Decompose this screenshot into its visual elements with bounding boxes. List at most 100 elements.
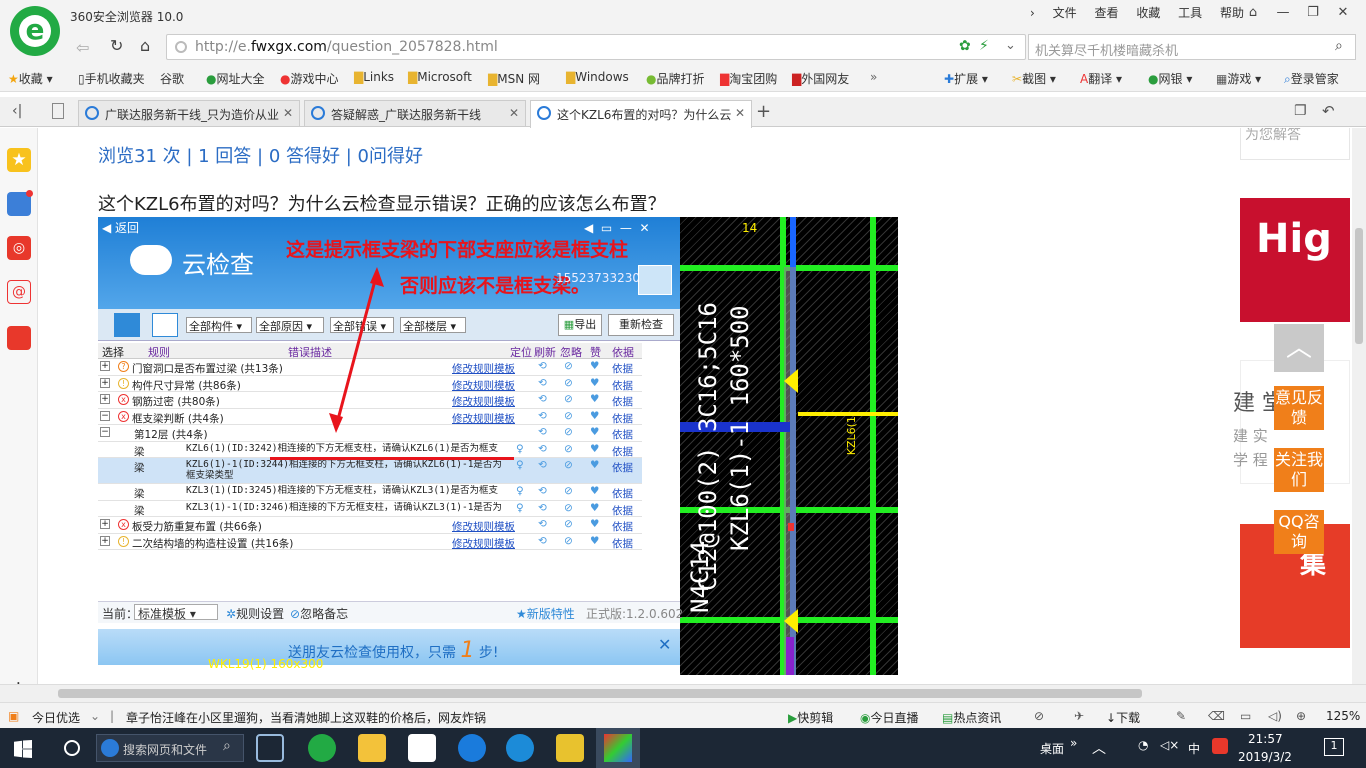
basis-link[interactable]: 依据 (612, 519, 633, 533)
locate-icon[interactable]: ♀ (516, 443, 524, 455)
ignore-icon[interactable]: ⊘ (564, 377, 573, 389)
fav-games[interactable]: ●游戏中心 (280, 70, 339, 87)
edit-rule-template-link[interactable]: 修改规则模板 (452, 378, 515, 392)
window-controls[interactable]: ◀ ▭ — ✕ (584, 221, 650, 235)
refresh-icon[interactable]: ⟲ (538, 518, 547, 530)
refresh-icon[interactable]: ⟲ (538, 443, 547, 455)
ignore-icon[interactable]: ⊘ (564, 443, 573, 455)
start-button-icon[interactable] (14, 740, 32, 758)
vertical-scrollbar[interactable] (1352, 128, 1366, 684)
error-row[interactable]: 梁 KZL6(1)(ID:3242)相连接的下方无框支柱，请确认KZL6(1)是否… (98, 442, 642, 458)
menu-tools[interactable]: 工具 (1178, 6, 1202, 20)
hot-news[interactable]: ▤热点资讯 (942, 709, 1001, 726)
fav-microsoft[interactable]: ▇Microsoft (408, 70, 472, 84)
back-arrow-icon[interactable]: ⇦ (76, 38, 89, 57)
mail-icon[interactable]: @ (7, 280, 31, 304)
pin-icon[interactable]: ⌂ (1238, 2, 1268, 24)
expand-toggle-icon[interactable]: + (100, 361, 110, 371)
basis-link[interactable]: 依据 (612, 394, 633, 408)
refresh-icon[interactable]: ⟲ (538, 502, 547, 514)
view-tree-icon[interactable] (152, 313, 178, 337)
fav-taobao[interactable]: ▇淘宝团购 (720, 70, 777, 87)
fav-foreign[interactable]: ▇外国网友 (792, 70, 849, 87)
edit-rule-template-link[interactable]: 修改规则模板 (452, 394, 515, 408)
tab-close-icon[interactable]: ✕ (509, 106, 519, 120)
menu-file[interactable]: 文件 (1053, 6, 1077, 20)
ignore-icon[interactable]: ⊘ (564, 410, 573, 422)
ignore-icon[interactable]: ⊘ (564, 518, 573, 530)
promo-banner[interactable]: 送朋友云检查使用权，只需 1 步! ✕ (98, 629, 680, 665)
follow-button[interactable]: 关注我们 (1274, 448, 1324, 492)
basis-link[interactable]: 依据 (612, 503, 633, 517)
error-row[interactable]: 梁 KZL6(1)-1(ID:3244)相连接的下方无框支柱，请确认KZL6(1)… (98, 458, 642, 484)
ignore-icon[interactable]: ⊘ (564, 426, 573, 438)
screenshot-button[interactable]: ✂截图 ▾ (1012, 70, 1056, 87)
back-button[interactable]: ◀ 返回 (102, 219, 139, 236)
filter-reason[interactable]: 全部原因 ▾ (256, 317, 324, 333)
speed-icon[interactable]: ⚡ (979, 38, 989, 54)
rule-settings-button[interactable]: ✲规则设置 (226, 605, 284, 622)
filter-component[interactable]: 全部构件 ▾ (186, 317, 252, 333)
like-icon[interactable]: ♥ (590, 377, 599, 389)
search-icon[interactable]: ⌕ (1335, 38, 1343, 54)
task-360-icon[interactable] (256, 734, 284, 762)
fav-links[interactable]: ▇Links (354, 70, 394, 84)
undo-close-icon[interactable]: ↶ (1322, 102, 1335, 120)
task-help-icon[interactable] (556, 734, 584, 762)
taskbar-search-icon[interactable]: ⌕ (223, 738, 231, 754)
today-live[interactable]: ◉今日直播 (860, 709, 919, 726)
refresh-icon[interactable]: ⟲ (538, 393, 547, 405)
ignore-icon[interactable]: ⊘ (564, 393, 573, 405)
basis-link[interactable]: 依据 (612, 460, 633, 475)
taskbar-search[interactable]: 搜索网页和文件 ⌕ (96, 734, 244, 762)
speed-boost-icon[interactable]: ⊘ (1034, 709, 1044, 723)
favorites-star-icon[interactable]: ★ (7, 148, 31, 172)
search-input[interactable]: 机关算尽千机楼暗藏杀机 (1035, 40, 1178, 59)
ignore-icon[interactable]: ⊘ (564, 360, 573, 372)
task-active-app[interactable] (596, 728, 640, 768)
address-bar[interactable]: http://e.fwxgx.com/question_2057828.html… (166, 34, 1026, 60)
window-icon[interactable]: ▭ (1240, 709, 1251, 723)
like-icon[interactable]: ♥ (590, 485, 599, 497)
locate-icon[interactable]: ♀ (516, 459, 524, 471)
sound-icon[interactable]: ◁) (1268, 709, 1282, 723)
translate-button[interactable]: A翻译 ▾ (1080, 70, 1122, 87)
tab-1[interactable]: 广联达服务新干线_只为造价从业 ✕ (78, 100, 300, 126)
error-row[interactable]: +! 二次结构墙的构造柱设置 (共16条) 修改规则模板 ⟲ ⊘ ♥ 依据 (98, 534, 642, 550)
ignore-memo-button[interactable]: ⊘忽略备忘 (290, 605, 348, 622)
page-info-icon[interactable] (175, 41, 187, 53)
news-ticker[interactable]: 章子怡汪峰在小区里遛狗，当看清她脚上这双鞋的价格后，网友炸锅 (126, 709, 486, 726)
bank-button[interactable]: ●网银 ▾ (1148, 70, 1192, 87)
url-text[interactable]: http://e.fwxgx.com/question_2057828.html (195, 39, 498, 55)
address-dropdown-icon[interactable]: ⌄ (1005, 38, 1016, 53)
home-icon[interactable]: ⌂ (140, 36, 150, 55)
new-feature-link[interactable]: ★新版特性 (516, 605, 575, 622)
fav-more-icon[interactable]: » (870, 70, 877, 84)
locate-icon[interactable]: ♀ (516, 502, 524, 514)
expand-toggle-icon[interactable]: − (100, 410, 110, 421)
volume-icon[interactable]: ◁× (1160, 738, 1179, 752)
clock-date[interactable]: 2019/3/2 (1238, 750, 1292, 764)
tab-list-icon[interactable] (52, 103, 64, 119)
error-row[interactable]: 梁 KZL3(1)-1(ID:3246)相连接的下方无框支柱，请确认KZL3(1)… (98, 501, 642, 517)
basis-link[interactable]: 依据 (612, 361, 633, 375)
basis-link[interactable]: 依据 (612, 486, 633, 500)
locate-icon[interactable]: ♀ (516, 485, 524, 497)
feedback-button[interactable]: 意见反馈 (1274, 386, 1324, 430)
ext-button[interactable]: ✚扩展 ▾ (944, 70, 988, 87)
edit-rule-template-link[interactable]: 修改规则模板 (452, 411, 515, 425)
refresh-icon[interactable]: ↻ (110, 36, 123, 55)
basis-link[interactable]: 依据 (612, 444, 633, 458)
search-box[interactable]: 机关算尽千机楼暗藏杀机 ⌕ (1028, 34, 1356, 60)
refresh-icon[interactable]: ⟲ (538, 485, 547, 497)
refresh-icon[interactable]: ⟲ (538, 426, 547, 438)
refresh-icon[interactable]: ⟲ (538, 410, 547, 422)
fav-brand[interactable]: ●品牌打折 (646, 70, 705, 87)
export-button[interactable]: ▦导出 (558, 314, 602, 336)
horizontal-scroll-thumb[interactable] (58, 689, 1142, 698)
expand-toggle-icon[interactable]: + (100, 519, 110, 529)
basis-link[interactable]: 依据 (612, 536, 633, 550)
refresh-icon[interactable]: ⟲ (538, 459, 547, 471)
task-browser-icon[interactable] (308, 734, 336, 762)
status-more-icon[interactable]: ⌄ (90, 709, 100, 723)
